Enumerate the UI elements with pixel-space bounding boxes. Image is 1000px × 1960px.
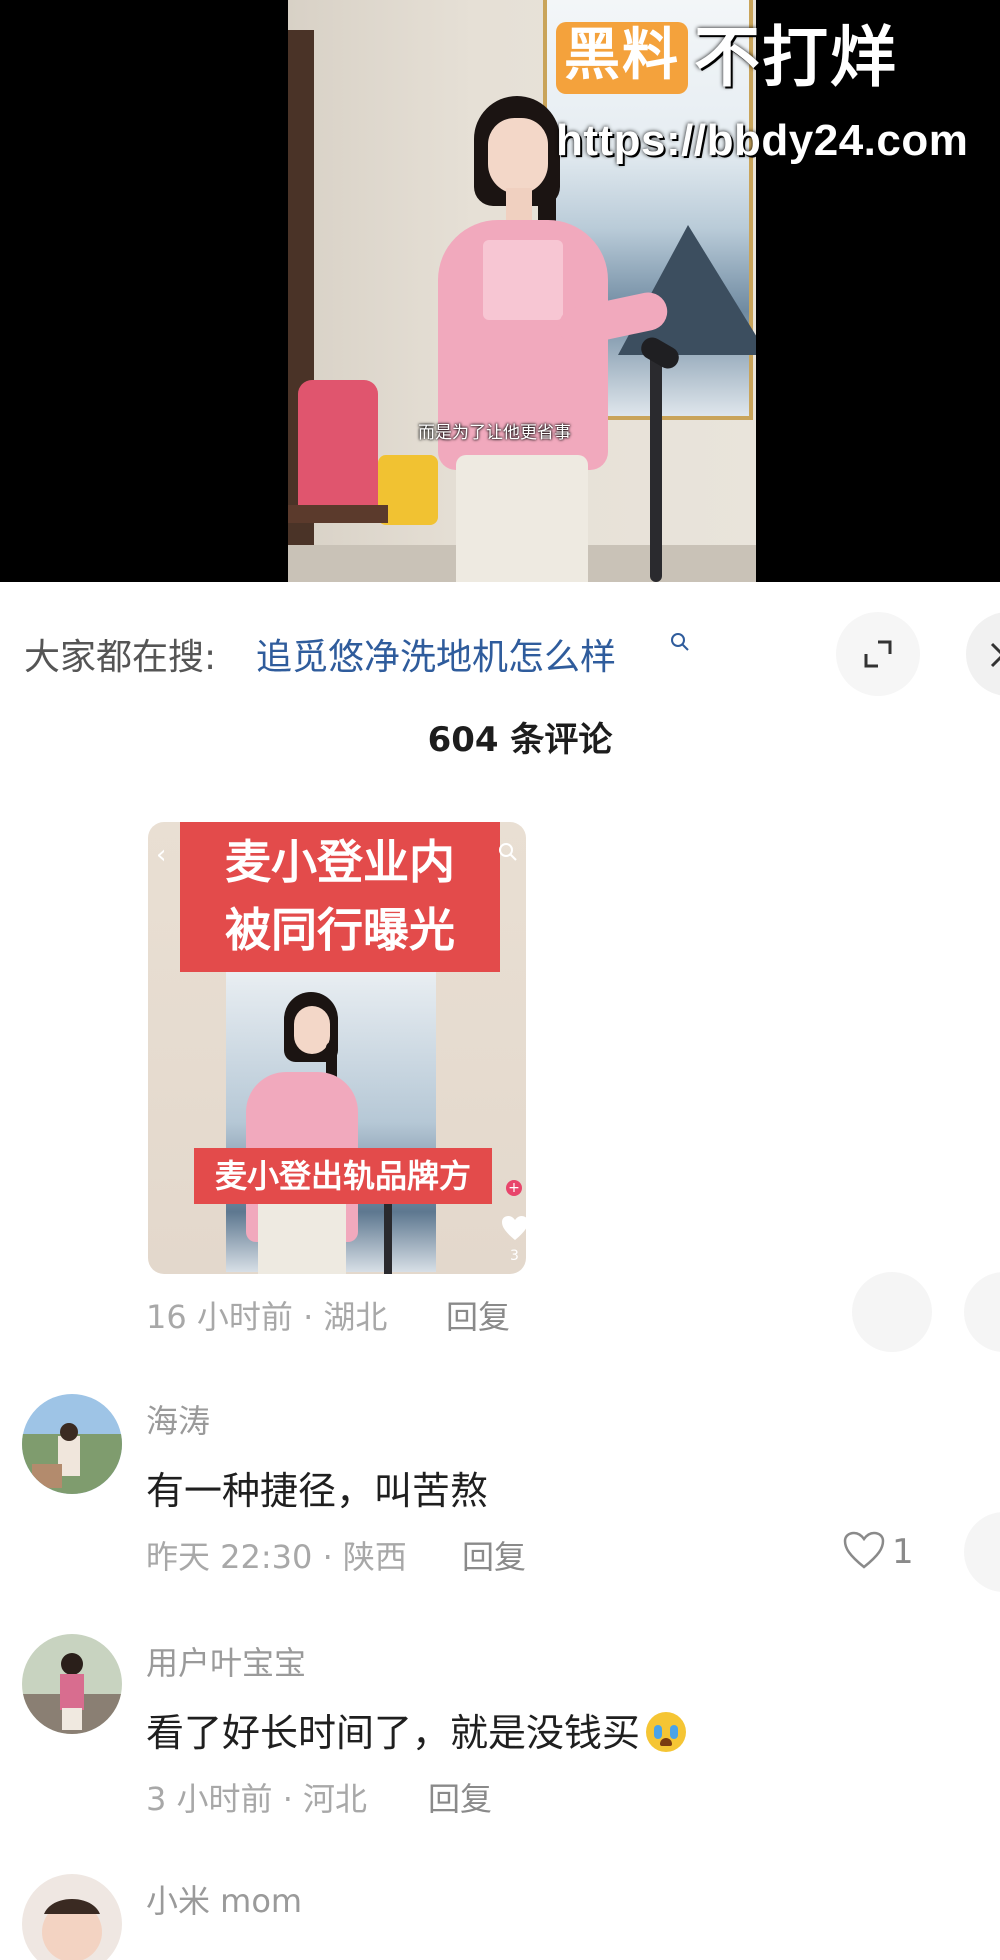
avatar[interactable] bbox=[22, 1634, 122, 1734]
avatar[interactable] bbox=[22, 1874, 122, 1960]
crying-emoji-icon bbox=[646, 1712, 687, 1752]
reply-button[interactable]: 回复 bbox=[462, 1532, 526, 1578]
video-player[interactable]: 而是为了让他更省事 黑料 不打烊 https://bbdy24.com bbox=[0, 0, 1000, 582]
thumbnail-search-icon bbox=[499, 843, 517, 861]
expand-button[interactable] bbox=[836, 612, 920, 696]
comment-meta: 昨天 22:30 · 陕西 bbox=[146, 1538, 407, 1576]
comment-text: 看了好长时间了，就是没钱买 bbox=[146, 1702, 687, 1757]
thumbnail-skirt bbox=[258, 1202, 346, 1274]
video-subtitle: 而是为了让他更省事 bbox=[418, 423, 571, 443]
action-circle bbox=[964, 1512, 1000, 1592]
follow-plus-icon: + bbox=[506, 1180, 522, 1196]
reply-button[interactable]: 回复 bbox=[428, 1774, 492, 1820]
action-circle bbox=[852, 1272, 932, 1352]
presenter-skirt bbox=[456, 455, 588, 582]
comment-text-content: 看了好长时间了，就是没钱买 bbox=[146, 1711, 641, 1755]
presenter-face bbox=[488, 118, 548, 194]
trending-search-link[interactable]: 追觅悠净洗地机怎么样 bbox=[256, 628, 616, 680]
avatar-image bbox=[22, 1394, 122, 1494]
trending-search-label: 大家都在搜: bbox=[24, 637, 217, 678]
pink-chair bbox=[298, 380, 378, 510]
comment-username[interactable]: 用户叶宝宝 bbox=[146, 1638, 306, 1684]
watermark-badge: 黑料 bbox=[556, 22, 688, 94]
expand-icon bbox=[864, 640, 892, 668]
thumbnail-side-count: 3 bbox=[510, 1248, 519, 1264]
comment-username[interactable]: 小米 mom bbox=[146, 1876, 302, 1922]
comment-meta: 3 小时前 · 河北 bbox=[146, 1780, 368, 1818]
action-circle bbox=[964, 1272, 1000, 1352]
back-arrow-icon: ‹ bbox=[156, 840, 167, 870]
search-icon[interactable] bbox=[670, 632, 690, 652]
watermark-text: 不打烊 bbox=[694, 19, 898, 96]
floor-washer-handle bbox=[650, 345, 662, 582]
avatar[interactable] bbox=[22, 1394, 122, 1494]
comment-meta: 16 小时前 · 湖北 bbox=[146, 1298, 388, 1336]
thumbnail-face bbox=[294, 1006, 330, 1054]
thumbnail-title: 麦小登业内 被同行曝光 bbox=[180, 822, 500, 972]
avatar-image bbox=[22, 1874, 122, 1960]
presenter-top bbox=[483, 240, 563, 320]
watermark: 黑料 不打烊 bbox=[556, 22, 898, 94]
avatar-image bbox=[22, 1634, 122, 1734]
comment-text: 有一种捷径，叫苦熬 bbox=[146, 1469, 489, 1513]
trending-search-row: 大家都在搜: 追觅悠净洗地机怎么样 bbox=[0, 582, 1000, 722]
comment-image[interactable]: 麦小登业内 被同行曝光 麦小登出轨品牌方 ‹ + 3 bbox=[148, 822, 526, 1274]
presenter-neck bbox=[506, 188, 532, 224]
reply-button[interactable]: 回复 bbox=[446, 1292, 510, 1338]
like-heart-icon[interactable] bbox=[842, 1530, 886, 1570]
thumbnail-caption: 麦小登出轨品牌方 bbox=[194, 1148, 492, 1204]
thumbnail-heart-icon bbox=[502, 1216, 526, 1240]
close-button[interactable] bbox=[966, 612, 1000, 696]
comment-username[interactable]: 海涛 bbox=[146, 1396, 210, 1442]
comment-count: 604 条评论 bbox=[427, 720, 613, 760]
wooden-shelf bbox=[288, 505, 388, 523]
watermark-url: https://bbdy24.com bbox=[556, 116, 969, 165]
like-count: 1 bbox=[892, 1532, 914, 1572]
close-icon bbox=[990, 642, 1000, 668]
painting-mountain bbox=[618, 225, 756, 355]
